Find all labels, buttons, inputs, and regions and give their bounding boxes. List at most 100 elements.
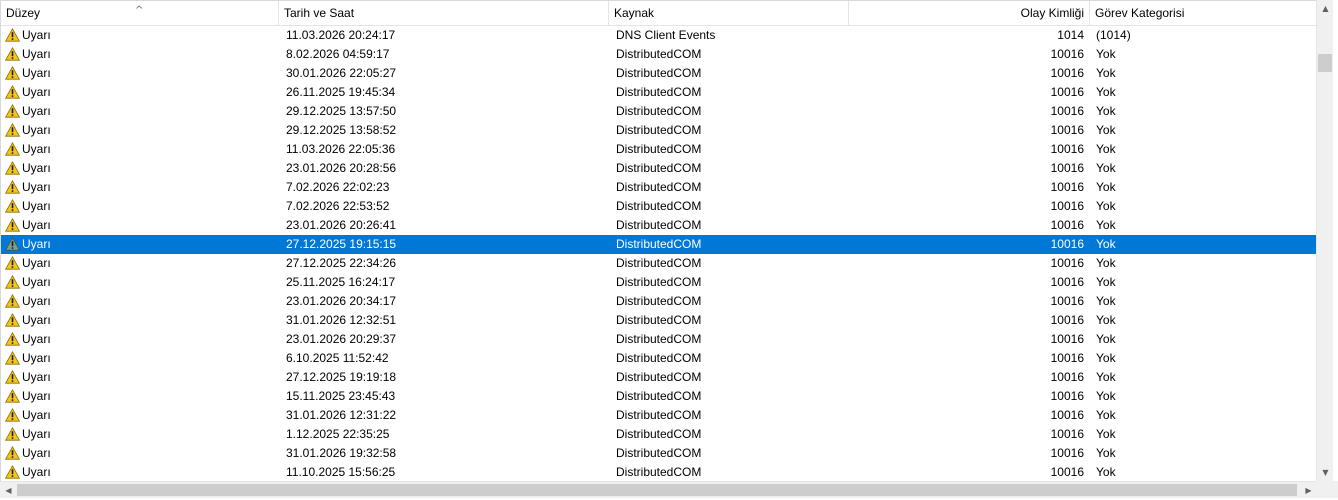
level-label: Uyarı <box>22 294 51 308</box>
cell-level: Uyarı <box>5 368 275 387</box>
table-row[interactable]: Uyarı 7.02.2026 22:53:52 DistributedCOM 100… <box>1 197 1316 216</box>
vertical-scrollbar[interactable]: ▲ ▼ <box>1316 0 1333 481</box>
cell-date: 23.01.2026 20:29:37 <box>286 332 397 346</box>
table-row[interactable]: Uyarı 31.01.2026 19:32:58 DistributedCOM 10… <box>1 444 1316 463</box>
level-label: Uyarı <box>22 256 51 270</box>
level-label: Uyarı <box>22 104 51 118</box>
level-label: Uyarı <box>22 370 51 384</box>
table-row[interactable]: Uyarı 26.11.2025 19:45:34 DistributedCOM 10… <box>1 83 1316 102</box>
column-header-level-label: Düzey <box>6 6 41 20</box>
warning-icon <box>5 218 20 232</box>
cell-date: 29.12.2025 13:58:52 <box>286 123 397 137</box>
cell-category: Yok <box>1096 66 1116 80</box>
cell-date: 31.01.2026 19:32:58 <box>286 446 397 460</box>
cell-date: 29.12.2025 13:57:50 <box>286 104 397 118</box>
table-row[interactable]: Uyarı 11.03.2026 22:05:36 DistributedCOM 10… <box>1 140 1316 159</box>
cell-category: Yok <box>1096 180 1116 194</box>
table-row[interactable]: Uyarı 25.11.2025 16:24:17 DistributedCOM 10… <box>1 273 1316 292</box>
table-row[interactable]: Uyarı 31.01.2026 12:31:22 DistributedCOM 10… <box>1 406 1316 425</box>
column-header-category-label: Görev Kategorisi <box>1095 6 1185 20</box>
table-row[interactable]: Uyarı 30.01.2026 22:05:27 DistributedCOM 10… <box>1 64 1316 83</box>
table-row[interactable]: Uyarı 29.12.2025 13:58:52 DistributedCOM 10… <box>1 121 1316 140</box>
cell-level: Uyarı <box>5 83 275 102</box>
cell-date: 27.12.2025 22:34:26 <box>286 256 397 270</box>
cell-level: Uyarı <box>5 311 275 330</box>
vertical-scroll-thumb[interactable] <box>1318 54 1332 72</box>
cell-event-id: 10016 <box>1050 104 1084 118</box>
table-row[interactable]: Uyarı 23.01.2026 20:29:37 DistributedCOM 10… <box>1 330 1316 349</box>
horizontal-scroll-thumb[interactable] <box>17 484 1297 496</box>
cell-event-id: 10016 <box>1050 47 1084 61</box>
cell-event-id: 10016 <box>1050 199 1084 213</box>
horizontal-scrollbar[interactable]: ◀ ▶ <box>0 481 1338 498</box>
cell-event-id: 10016 <box>1050 180 1084 194</box>
table-row[interactable]: Uyarı 23.01.2026 20:26:41 DistributedCOM 10… <box>1 216 1316 235</box>
cell-event-id: 10016 <box>1050 313 1084 327</box>
warning-icon <box>5 66 20 80</box>
event-list[interactable]: Düzey ^ Tarih ve Saat Kaynak Olay Kimliğ… <box>0 0 1316 481</box>
cell-event-id: 10016 <box>1050 142 1084 156</box>
scroll-left-icon[interactable]: ◀ <box>0 482 17 498</box>
cell-event-id: 10016 <box>1050 351 1084 365</box>
table-row[interactable]: Uyarı 27.12.2025 19:19:18 DistributedCOM 10… <box>1 368 1316 387</box>
level-label: Uyarı <box>22 28 51 42</box>
cell-date: 11.10.2025 15:56:25 <box>286 465 396 479</box>
cell-level: Uyarı <box>5 425 275 444</box>
cell-source: DistributedCOM <box>616 85 702 99</box>
cell-category: (1014) <box>1096 28 1131 42</box>
table-row[interactable]: Uyarı 27.12.2025 22:34:26 DistributedCOM 10… <box>1 254 1316 273</box>
level-label: Uyarı <box>22 161 51 175</box>
table-row[interactable]: Uyarı 23.01.2026 20:28:56 DistributedCOM 10… <box>1 159 1316 178</box>
cell-event-id: 10016 <box>1050 389 1084 403</box>
warning-icon <box>5 465 20 479</box>
cell-date: 30.01.2026 22:05:27 <box>286 66 397 80</box>
cell-level: Uyarı <box>5 45 275 64</box>
level-label: Uyarı <box>22 313 51 327</box>
cell-category: Yok <box>1096 408 1116 422</box>
table-row[interactable]: Uyarı 11.10.2025 15:56:25 DistributedCOM 10… <box>1 463 1316 481</box>
table-row[interactable]: Uyarı 29.12.2025 13:57:50 DistributedCOM 10… <box>1 102 1316 121</box>
table-row[interactable]: Uyarı 1.12.2025 22:35:25 DistributedCOM 100… <box>1 425 1316 444</box>
column-header-source[interactable]: Kaynak <box>609 1 849 25</box>
cell-date: 1.12.2025 22:35:25 <box>286 427 390 441</box>
table-row[interactable]: Uyarı 27.12.2025 19:15:15 DistributedCOM 10… <box>1 235 1316 254</box>
cell-event-id: 10016 <box>1050 66 1084 80</box>
scroll-up-icon[interactable]: ▲ <box>1317 0 1334 17</box>
cell-date: 23.01.2026 20:34:17 <box>286 294 397 308</box>
cell-level: Uyarı <box>5 444 275 463</box>
cell-date: 31.01.2026 12:32:51 <box>286 313 397 327</box>
table-row[interactable]: Uyarı 6.10.2025 11:52:42 DistributedCOM 100… <box>1 349 1316 368</box>
column-header-level[interactable]: Düzey ^ <box>1 1 279 25</box>
cell-category: Yok <box>1096 275 1116 289</box>
cell-category: Yok <box>1096 161 1116 175</box>
cell-level: Uyarı <box>5 159 275 178</box>
table-row[interactable]: Uyarı 11.03.2026 20:24:17 DNS Client Event… <box>1 26 1316 45</box>
table-row[interactable]: Uyarı 31.01.2026 12:32:51 DistributedCOM 10… <box>1 311 1316 330</box>
table-row[interactable]: Uyarı 8.02.2026 04:59:17 DistributedCOM 100… <box>1 45 1316 64</box>
column-header-category[interactable]: Görev Kategorisi <box>1090 1 1316 25</box>
level-label: Uyarı <box>22 218 51 232</box>
cell-source: DistributedCOM <box>616 66 702 80</box>
cell-category: Yok <box>1096 199 1116 213</box>
cell-level: Uyarı <box>5 140 275 159</box>
cell-category: Yok <box>1096 389 1116 403</box>
cell-source: DistributedCOM <box>616 104 702 118</box>
table-row[interactable]: Uyarı 7.02.2026 22:02:23 DistributedCOM 100… <box>1 178 1316 197</box>
warning-icon <box>5 294 20 308</box>
table-row[interactable]: Uyarı 23.01.2026 20:34:17 DistributedCOM 10… <box>1 292 1316 311</box>
table-row[interactable]: Uyarı 15.11.2025 23:45:43 DistributedCOM 10… <box>1 387 1316 406</box>
scroll-right-icon[interactable]: ▶ <box>1300 482 1317 498</box>
cell-event-id: 10016 <box>1050 123 1084 137</box>
cell-category: Yok <box>1096 446 1116 460</box>
cell-source: DistributedCOM <box>616 256 702 270</box>
warning-icon <box>5 199 20 213</box>
column-header-bar: Düzey ^ Tarih ve Saat Kaynak Olay Kimliğ… <box>1 1 1316 26</box>
cell-event-id: 10016 <box>1050 294 1084 308</box>
warning-icon <box>5 180 20 194</box>
cell-source: DistributedCOM <box>616 47 702 61</box>
cell-date: 23.01.2026 20:26:41 <box>286 218 397 232</box>
level-label: Uyarı <box>22 427 51 441</box>
scroll-down-icon[interactable]: ▼ <box>1317 464 1334 481</box>
column-header-date[interactable]: Tarih ve Saat <box>279 1 609 25</box>
column-header-event-id[interactable]: Olay Kimliği <box>849 1 1090 25</box>
